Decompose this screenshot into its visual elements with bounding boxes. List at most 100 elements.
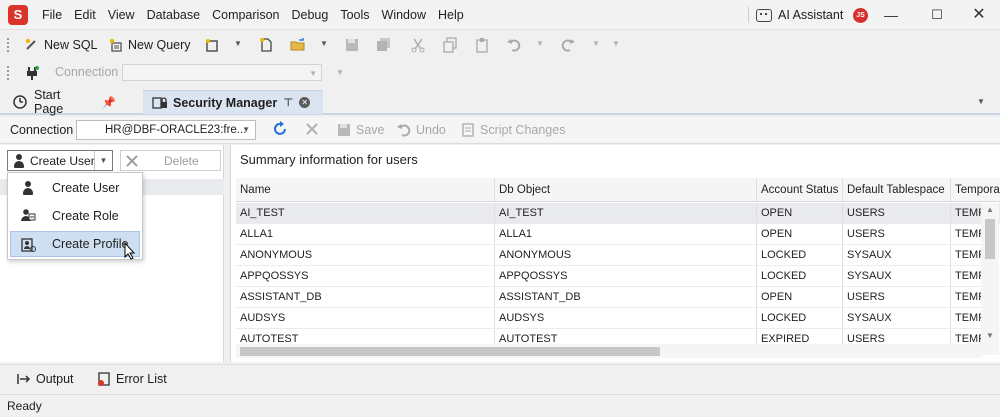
connection-select[interactable]: HR@DBF-ORACLE23:fre... ▼ (76, 120, 256, 140)
new-object-button[interactable] (204, 33, 220, 57)
save-icon (344, 37, 360, 53)
column-header-db-object[interactable]: Db Object (495, 178, 757, 201)
toolbar-grip[interactable] (7, 38, 10, 52)
minimize-button[interactable]: — (868, 0, 914, 30)
delete-label: Delete (164, 153, 199, 168)
user-avatar[interactable]: JS (853, 8, 868, 23)
open-dropdown-icon[interactable]: ▼ (320, 39, 328, 48)
paste-button[interactable] (474, 33, 490, 57)
redo-icon (560, 37, 576, 53)
table-row[interactable]: AUDSYS AUDSYS LOCKED SYSAUX TEMP (236, 308, 1000, 329)
save-button-toolbar[interactable] (344, 33, 360, 57)
menu-database[interactable]: Database (141, 0, 207, 30)
create-user-label: Create User (30, 153, 95, 168)
new-sql-button[interactable]: New SQL (24, 33, 98, 57)
column-header-account-status[interactable]: Account Status (757, 178, 843, 201)
mouse-cursor-icon (124, 241, 136, 263)
undo-dropdown-icon[interactable]: ▼ (536, 39, 544, 48)
scroll-up-icon[interactable]: ▲ (986, 205, 994, 214)
new-query-button[interactable]: New Query (108, 33, 191, 57)
new-document-button[interactable] (258, 33, 274, 57)
vertical-scroll-thumb[interactable] (985, 219, 995, 259)
redo-dropdown-icon[interactable]: ▼ (592, 39, 600, 48)
menu-view[interactable]: View (102, 0, 141, 30)
connection-label: Connection (10, 123, 74, 137)
separator (748, 7, 749, 23)
new-object-dropdown-icon[interactable]: ▼ (234, 39, 242, 48)
grid-header: Name Db Object Account Status Default Ta… (236, 178, 1000, 202)
undo-icon (396, 122, 412, 138)
start-page-icon (12, 94, 28, 110)
copy-button[interactable] (442, 33, 458, 57)
table-row[interactable]: ASSISTANT_DB ASSISTANT_DB OPEN USERS TEMP (236, 287, 1000, 308)
vertical-scrollbar[interactable]: ▲ ▼ (981, 203, 999, 355)
pin-icon[interactable]: 📌 (102, 96, 116, 109)
output-button[interactable]: Output (16, 367, 74, 391)
close-window-button[interactable]: ✕ (956, 0, 1000, 30)
menu-edit[interactable]: Edit (68, 0, 102, 30)
chevron-down-icon: ▼ (242, 125, 250, 134)
pin-icon[interactable]: ⊤ (283, 96, 293, 109)
undo-button-toolbar[interactable] (506, 33, 522, 57)
new-sql-label: New SQL (44, 38, 98, 52)
horizontal-scroll-thumb[interactable] (240, 347, 660, 356)
menu-file[interactable]: File (36, 0, 68, 30)
tab-list-dropdown-icon[interactable]: ▼ (977, 97, 985, 106)
cancel-button[interactable] (304, 121, 320, 140)
refresh-icon (274, 121, 286, 135)
new-query-icon (108, 37, 124, 53)
role-icon (20, 208, 36, 224)
ai-assistant-button[interactable]: AI Assistant (756, 0, 843, 30)
column-header-default-tablespace[interactable]: Default Tablespace (843, 178, 951, 201)
scroll-down-icon[interactable]: ▼ (986, 331, 994, 340)
script-changes-button[interactable]: Script Changes (460, 118, 565, 142)
cut-button[interactable] (410, 33, 426, 57)
new-document-icon (258, 37, 274, 53)
menu-window[interactable]: Window (376, 0, 432, 30)
table-row[interactable]: APPQOSSYS APPQOSSYS LOCKED SYSAUX TEMP (236, 266, 1000, 287)
column-header-name[interactable]: Name (236, 178, 495, 201)
tab-start-page[interactable]: Start Page 📌 (4, 88, 124, 116)
open-button[interactable] (290, 33, 306, 57)
app-logo-icon[interactable]: S (8, 5, 28, 25)
robot-icon (756, 8, 772, 22)
table-row[interactable]: ANONYMOUS ANONYMOUS LOCKED SYSAUX TEMP (236, 245, 1000, 266)
chevron-down-icon[interactable]: ▼ (94, 151, 112, 170)
profile-icon (20, 236, 36, 252)
save-button[interactable]: Save (336, 118, 385, 142)
table-row[interactable]: AI_TEST AI_TEST OPEN USERS TEMP (236, 203, 1000, 224)
horizontal-scrollbar[interactable] (236, 344, 981, 358)
refresh-button[interactable] (272, 121, 288, 140)
connect-button[interactable] (24, 61, 40, 85)
users-grid[interactable]: Name Db Object Account Status Default Ta… (236, 178, 1000, 362)
table-row[interactable]: ALLA1 ALLA1 OPEN USERS TEMP (236, 224, 1000, 245)
menu-tools[interactable]: Tools (334, 0, 375, 30)
redo-button[interactable] (560, 33, 576, 57)
menu-item-create-user[interactable]: Create User (10, 175, 140, 201)
delete-button[interactable]: Delete (120, 150, 221, 171)
toolbar-grip[interactable] (7, 66, 10, 80)
status-bar (0, 394, 1000, 417)
menu-item-create-profile[interactable]: Create Profile (10, 231, 140, 257)
menu-help[interactable]: Help (432, 0, 470, 30)
save-all-button[interactable] (376, 33, 392, 57)
menu-comparison[interactable]: Comparison (206, 0, 285, 30)
tab-security-manager[interactable]: Security Manager ⊤ ✕ (143, 90, 323, 114)
close-tab-icon[interactable]: ✕ (299, 97, 311, 108)
save-icon (336, 122, 352, 138)
toolbar-overflow-icon[interactable]: ▼ (612, 39, 620, 48)
connection-value: HR@DBF-ORACLE23:fre... (105, 124, 247, 136)
connection-select-toolbar[interactable]: ▼ (122, 64, 322, 81)
maximize-button[interactable]: ☐ (914, 0, 960, 30)
undo-button[interactable]: Undo (396, 118, 446, 142)
new-query-label: New Query (128, 38, 191, 52)
menu-item-create-role[interactable]: Create Role (10, 203, 140, 229)
save-all-icon (376, 37, 392, 53)
output-label: Output (36, 372, 74, 386)
menu-debug[interactable]: Debug (285, 0, 334, 30)
toolbar-overflow-icon[interactable]: ▼ (336, 68, 344, 77)
create-user-split-button[interactable]: Create User ▼ (7, 150, 113, 171)
new-sql-icon (24, 37, 40, 53)
column-header-temporary[interactable]: Tempora (951, 178, 1000, 201)
error-list-button[interactable]: Error List (96, 367, 167, 391)
